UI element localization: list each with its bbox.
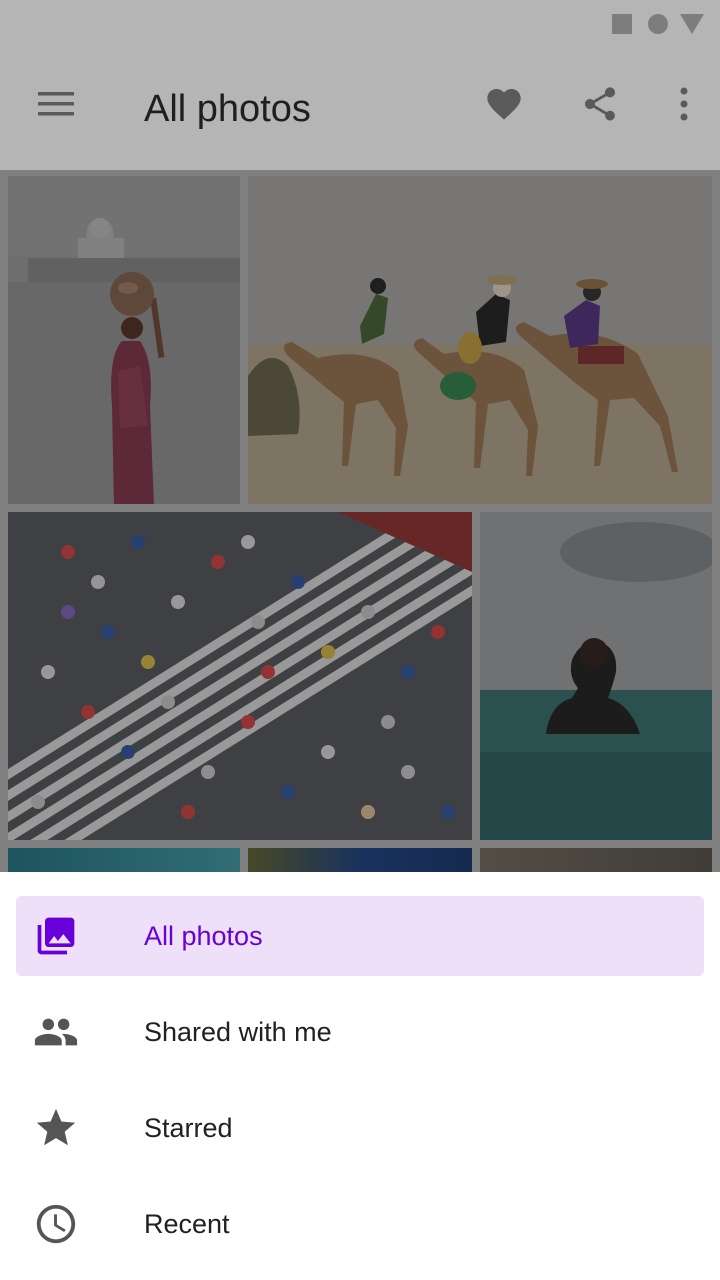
drawer-item-label: Recent	[144, 1209, 230, 1239]
circle-icon	[648, 14, 668, 34]
triangle-icon	[680, 14, 704, 34]
drawer-item-recent[interactable]: Recent	[16, 1184, 704, 1264]
heart-icon	[487, 89, 521, 120]
drawer-item-label: All photos	[144, 921, 263, 951]
page-title: All photos	[144, 88, 311, 130]
drawer-item-label: Starred	[144, 1113, 233, 1143]
top-app-bar: All photos	[0, 48, 720, 170]
people-icon	[32, 1008, 80, 1056]
drawer-item-all-photos[interactable]: All photos	[16, 896, 704, 976]
share-button[interactable]	[576, 80, 624, 128]
star-icon	[32, 1104, 80, 1152]
drawer-item-label: Shared with me	[144, 1017, 332, 1047]
drawer-item-starred[interactable]: Starred	[16, 1088, 704, 1168]
more-vert-icon	[680, 87, 688, 121]
clock-icon	[32, 1200, 80, 1248]
scrim[interactable]	[0, 170, 720, 872]
square-icon	[612, 14, 632, 34]
photo-grid	[0, 170, 720, 872]
share-icon	[585, 87, 615, 121]
drawer-item-shared-with-me[interactable]: Shared with me	[16, 992, 704, 1072]
bottom-navigation-drawer: All photos Shared with me Starred Recent	[0, 872, 720, 1280]
menu-icon	[38, 92, 74, 116]
menu-button[interactable]	[32, 80, 80, 128]
screen: All photos All photos Shared with me Sta…	[0, 0, 720, 1280]
status-bar	[0, 0, 720, 48]
photo-library-icon	[32, 912, 80, 960]
favorite-button[interactable]	[480, 80, 528, 128]
more-options-button[interactable]	[660, 80, 708, 128]
